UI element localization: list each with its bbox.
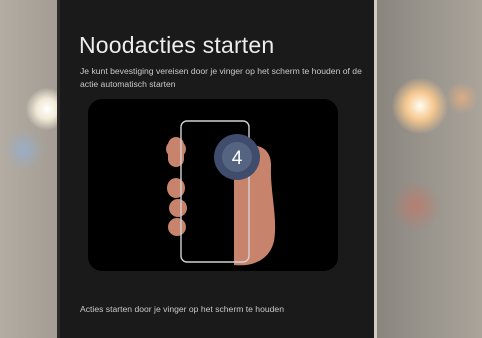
photo-scene: Noodacties starten Je kunt bevestiging v… <box>0 0 482 338</box>
countdown-illustration: 4 <box>88 99 338 271</box>
page-title: Noodacties starten <box>79 32 275 58</box>
bokeh-light <box>392 182 440 230</box>
countdown-number: 4 <box>232 148 243 169</box>
page-description: Je kunt bevestiging vereisen door je vin… <box>80 66 362 89</box>
emergency-actions-screen: Noodacties starten Je kunt bevestiging v… <box>60 0 374 338</box>
bokeh-light <box>446 82 478 114</box>
hold-to-start-hint[interactable]: Acties starten door je vinger op het sch… <box>80 304 284 314</box>
phone-device: Noodacties starten Je kunt bevestiging v… <box>57 0 377 338</box>
bokeh-light <box>4 130 44 170</box>
hand-holding-phone-icon: 4 <box>166 120 276 266</box>
bokeh-light <box>392 78 448 134</box>
